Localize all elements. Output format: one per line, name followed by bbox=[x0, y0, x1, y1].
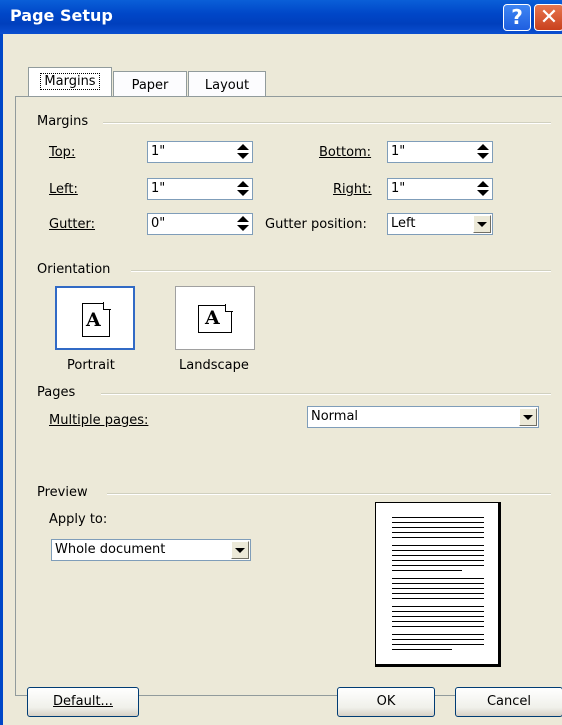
portrait-page-icon: A bbox=[79, 302, 113, 337]
orientation-group-label: Orientation bbox=[37, 262, 111, 277]
chevron-down-icon[interactable] bbox=[519, 408, 537, 426]
gutter-position-label: Gutter position: bbox=[265, 217, 367, 232]
gutter-position-value: Left bbox=[391, 216, 416, 231]
chevron-down-icon[interactable] bbox=[473, 215, 491, 233]
window-title: Page Setup bbox=[10, 6, 113, 25]
tab-layout-label: Layout bbox=[204, 78, 250, 93]
tab-paper-label: Paper bbox=[131, 78, 169, 93]
top-label: Top: bbox=[49, 145, 76, 160]
apply-to-label: Apply to: bbox=[49, 512, 108, 527]
spin-arrows-icon[interactable] bbox=[234, 180, 251, 198]
left-margin-value: 1" bbox=[151, 181, 166, 196]
multiple-pages-label: Multiple pages: bbox=[49, 413, 149, 428]
default-button-label: Default... bbox=[53, 694, 113, 709]
margins-group-label: Margins bbox=[37, 114, 89, 129]
default-button[interactable]: Default... bbox=[27, 687, 139, 717]
gutter-value: 0" bbox=[151, 216, 166, 231]
right-margin-value: 1" bbox=[391, 181, 406, 196]
dialog-body: Margins Paper Layout Margins Top: 1" Bot… bbox=[0, 34, 562, 725]
bottom-margin-spinner[interactable]: 1" bbox=[387, 141, 493, 163]
cancel-button[interactable]: Cancel bbox=[455, 687, 562, 717]
preview-group-divider bbox=[107, 493, 551, 495]
apply-to-value: Whole document bbox=[55, 542, 166, 557]
landscape-label: Landscape bbox=[179, 358, 249, 373]
gutter-position-select[interactable]: Left bbox=[387, 213, 493, 235]
multiple-pages-select[interactable]: Normal bbox=[307, 406, 539, 428]
ok-button-label: OK bbox=[376, 694, 396, 709]
spin-arrows-icon[interactable] bbox=[474, 143, 491, 161]
help-button[interactable]: ? bbox=[503, 4, 531, 31]
right-label: Right: bbox=[333, 182, 372, 197]
close-icon: ✕ bbox=[539, 5, 559, 30]
portrait-glyph: A bbox=[86, 309, 101, 331]
left-label: Left: bbox=[49, 182, 78, 197]
close-button[interactable]: ✕ bbox=[534, 4, 562, 31]
landscape-option[interactable]: A bbox=[175, 286, 255, 350]
gutter-label: Gutter: bbox=[49, 217, 96, 232]
preview-group-label: Preview bbox=[37, 485, 88, 500]
top-margin-value: 1" bbox=[151, 144, 166, 159]
margins-group-divider bbox=[103, 122, 551, 124]
apply-to-select[interactable]: Whole document bbox=[51, 539, 251, 561]
title-bar[interactable]: Page Setup ? ✕ bbox=[0, 0, 562, 34]
landscape-glyph: A bbox=[205, 307, 220, 329]
bottom-margin-value: 1" bbox=[391, 144, 406, 159]
portrait-option[interactable]: A bbox=[55, 286, 135, 350]
landscape-page-icon: A bbox=[198, 304, 233, 333]
cancel-button-label: Cancel bbox=[486, 694, 532, 709]
preview-page-thumbnail bbox=[375, 502, 501, 667]
right-margin-spinner[interactable]: 1" bbox=[387, 178, 493, 200]
chevron-down-icon[interactable] bbox=[231, 541, 249, 559]
tab-margins-label: Margins bbox=[40, 73, 100, 90]
bottom-label: Bottom: bbox=[319, 145, 372, 160]
spin-arrows-icon[interactable] bbox=[234, 143, 251, 161]
question-icon: ? bbox=[511, 5, 523, 29]
pages-group-divider bbox=[101, 393, 551, 395]
orientation-group-divider bbox=[131, 270, 551, 272]
pages-group-label: Pages bbox=[37, 385, 76, 400]
spin-arrows-icon[interactable] bbox=[234, 215, 251, 233]
left-margin-spinner[interactable]: 1" bbox=[147, 178, 253, 200]
spin-arrows-icon[interactable] bbox=[474, 180, 491, 198]
ok-button[interactable]: OK bbox=[337, 687, 435, 717]
portrait-label: Portrait bbox=[67, 358, 115, 373]
multiple-pages-value: Normal bbox=[311, 409, 359, 424]
gutter-spinner[interactable]: 0" bbox=[147, 213, 253, 235]
top-margin-spinner[interactable]: 1" bbox=[147, 141, 253, 163]
